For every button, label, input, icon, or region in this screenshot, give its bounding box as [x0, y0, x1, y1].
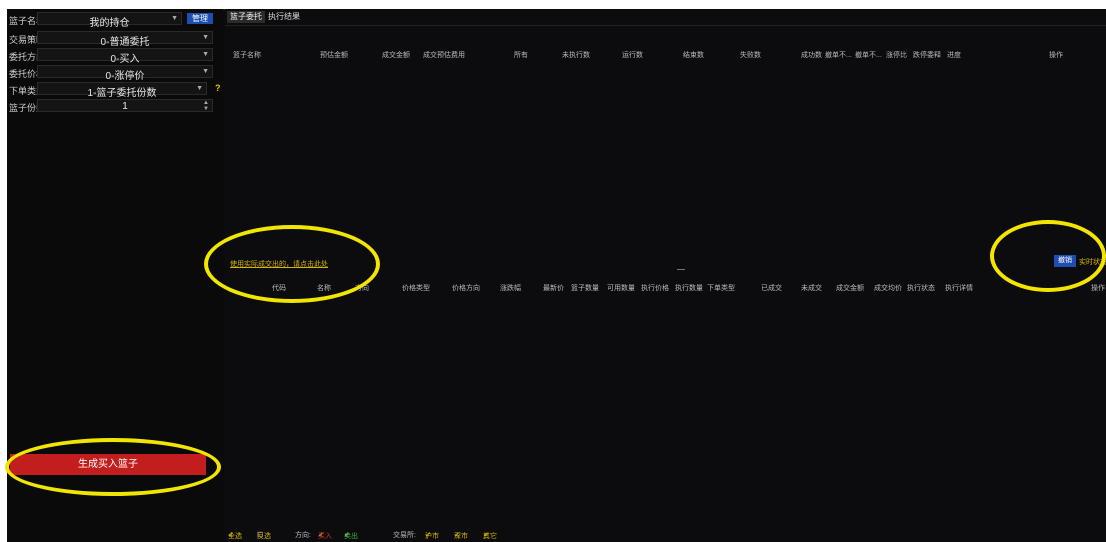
- top-col-header: 成交预估费用: [423, 52, 465, 59]
- order-type-select[interactable]: 1-篮子委托份数 ▼: [37, 82, 207, 99]
- bottom-col-header: 执行状态: [907, 285, 935, 292]
- chevron-down-icon: ▼: [202, 68, 209, 75]
- bottom-col-header: 涨跌幅: [500, 285, 521, 292]
- top-col-header: 运行数: [622, 52, 643, 59]
- bottom-col-header: 成交金额: [836, 285, 864, 292]
- top-col-header: 撤单不...: [855, 52, 882, 59]
- bottom-col-header: 未成交: [801, 285, 822, 292]
- order-type-value: 1-篮子委托份数: [87, 88, 157, 99]
- basket-name-value: 我的持仓: [89, 18, 130, 29]
- chevron-down-icon: ▼: [196, 85, 203, 92]
- direction-select[interactable]: 0-买入 ▼: [37, 48, 213, 65]
- strategy-select[interactable]: 0-普通委托 ▼: [37, 31, 213, 48]
- top-col-header: 篮子名称: [233, 52, 261, 59]
- bottom-col-header: 执行详情: [945, 285, 973, 292]
- manage-button[interactable]: 管理: [187, 13, 213, 24]
- direction-row: 委托方向 0-买入 ▼: [7, 48, 223, 65]
- chevron-down-icon: ▼: [202, 34, 209, 41]
- footer-filter-bar: ✔ 全选 ☐ 反选 方向: ✔ 买入 ✔ 卖出 交易所: ✔ 沪市 ✔ 深市 ✔ 其它: [228, 532, 497, 540]
- chevron-down-icon: ▼: [171, 15, 178, 22]
- bottom-col-header: 价格方向: [452, 285, 480, 292]
- top-col-header: 跌停委释: [913, 52, 941, 59]
- quantity-label: 篮子份数: [9, 103, 46, 113]
- basket-name-row: 篮子名称 我的持仓 ▼ 管理: [7, 12, 223, 29]
- strategy-value: 0-普通委托: [100, 37, 150, 48]
- bottom-col-header: 操作: [1091, 285, 1105, 292]
- bottom-col-header: 价格类型: [402, 285, 430, 292]
- price-value: 0-涨停价: [105, 71, 145, 82]
- basket-name-label: 篮子名称: [9, 16, 46, 26]
- highlight-ellipse: [5, 438, 221, 496]
- bottom-col-header: 下单类型: [707, 285, 735, 292]
- bottom-col-header: 执行数量: [675, 285, 703, 292]
- exchange-filter-label: 交易所:: [393, 532, 416, 539]
- top-col-header: 操作: [1049, 52, 1063, 59]
- price-row: 委托价格 0-涨停价 ▼: [7, 65, 223, 82]
- highlight-ellipse: [204, 225, 380, 303]
- direction-value: 0-买入: [110, 54, 140, 65]
- bottom-col-header: 已成交: [761, 285, 782, 292]
- stepper-arrows-icon[interactable]: ▲ ▼: [203, 100, 209, 112]
- bottom-col-header: 成交均价: [874, 285, 902, 292]
- top-table-header: 篮子名称 预估金额 成交金额 成交预估费用 所有 未执行数 运行数 结束数 失败…: [225, 47, 1106, 61]
- top-col-header: 结束数: [683, 52, 704, 59]
- order-type-row: 下单类型 1-篮子委托份数 ▼ ?: [7, 82, 223, 99]
- help-icon[interactable]: ?: [215, 83, 221, 93]
- bottom-col-header: 可用数量: [607, 285, 635, 292]
- chevron-down-icon: ▼: [202, 51, 209, 58]
- bottom-col-header: 执行价格: [641, 285, 669, 292]
- highlight-ellipse: [990, 220, 1106, 292]
- top-col-header: 预估金额: [320, 52, 348, 59]
- bottom-col-header: 篮子数量: [571, 285, 599, 292]
- basket-name-select[interactable]: 我的持仓 ▼: [37, 12, 182, 29]
- top-col-header: 撤单不...: [825, 52, 852, 59]
- direction-label: 委托方向: [9, 52, 46, 62]
- top-col-header: 成交金额: [382, 52, 410, 59]
- top-col-header: 未执行数: [562, 52, 590, 59]
- top-col-header: 进度: [947, 52, 961, 59]
- quantity-stepper[interactable]: 1 ▲ ▼: [37, 99, 213, 112]
- direction-filter-label: 方向:: [295, 532, 311, 539]
- top-col-header: 所有: [514, 52, 528, 59]
- quantity-row: 篮子份数 1 ▲ ▼: [7, 99, 223, 113]
- top-col-header: 成功数: [801, 52, 822, 59]
- tab-bar: 篮子委托 执行结果: [225, 9, 1106, 26]
- quantity-value: 1: [122, 101, 128, 112]
- tab-basket-order[interactable]: 篮子委托: [227, 11, 265, 23]
- strategy-label: 交易策略: [9, 35, 46, 45]
- order-type-label: 下单类型: [9, 86, 46, 96]
- tab-execution-result[interactable]: 执行结果: [265, 11, 303, 23]
- top-col-header: 涨停比: [886, 52, 907, 59]
- strategy-row: 交易策略 0-普通委托 ▼: [7, 31, 223, 48]
- splitter-handle[interactable]: [677, 269, 685, 270]
- price-label: 委托价格: [9, 69, 46, 79]
- bottom-col-header: 最新价: [543, 285, 564, 292]
- price-select[interactable]: 0-涨停价 ▼: [37, 65, 213, 82]
- top-col-header: 失败数: [740, 52, 761, 59]
